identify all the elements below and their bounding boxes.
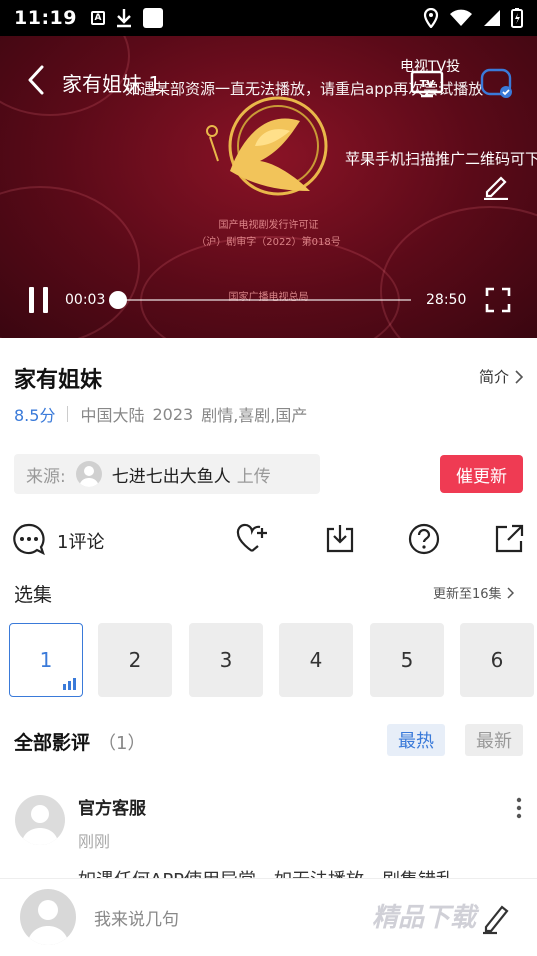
download-icon[interactable] (323, 522, 357, 556)
sort-new-button[interactable]: 最新 (465, 724, 523, 756)
genres: 剧情,喜剧,国产 (201, 406, 308, 425)
episodes-label: 选集 (14, 584, 53, 606)
intro-link[interactable]: 简介 (479, 366, 524, 387)
uploader-avatar (75, 461, 102, 487)
meta-divider (67, 406, 69, 422)
episode-button[interactable]: 3 (189, 623, 263, 697)
status-bar: 11:19 A (0, 0, 537, 36)
favorite-add-icon[interactable] (235, 522, 269, 556)
progress-thumb[interactable] (108, 291, 127, 309)
episode-number: 3 (219, 648, 233, 672)
cast-tv-icon[interactable]: TV (410, 68, 444, 98)
progress-bar[interactable] (108, 291, 411, 309)
review-avatar[interactable] (15, 795, 65, 845)
upload-suffix: 上传 (236, 466, 271, 487)
episode-number: 6 (490, 648, 504, 672)
pen-icon[interactable] (480, 901, 514, 935)
fullscreen-icon[interactable] (484, 286, 512, 314)
reviews-count: （1） (98, 733, 146, 754)
comment-input[interactable]: 我来说几句 (94, 905, 179, 930)
cast-screen-icon[interactable] (478, 66, 514, 100)
episode-number: 1 (39, 648, 53, 672)
comment-count[interactable]: 1评论 (57, 528, 104, 554)
show-meta: 8.5分 中国大陆 2023 剧情,喜剧,国产 (14, 402, 315, 426)
chevron-right-icon (507, 586, 514, 599)
episode-button[interactable]: 4 (279, 623, 353, 697)
background-cloud (140, 236, 400, 338)
comment-input-bar: 我来说几句 精品下载 (0, 878, 537, 956)
wifi-icon (450, 9, 472, 26)
urge-update-button[interactable]: 催更新 (440, 455, 523, 493)
episode-button[interactable]: 1 (9, 623, 83, 697)
help-icon[interactable] (407, 522, 441, 556)
comment-icon[interactable] (12, 522, 46, 556)
back-icon[interactable] (22, 64, 52, 96)
chevron-right-icon (515, 369, 524, 384)
video-player[interactable]: 国产电视剧发行许可证 （沪）剧审字（2022）第018号 国家广播电视总局 家有… (0, 36, 537, 338)
episode-button[interactable]: 5 (370, 623, 444, 697)
uploader-name: 七进七出大鱼人 (111, 466, 231, 487)
pause-icon[interactable] (24, 284, 54, 316)
episodes-update-link[interactable]: 更新至16集 (433, 583, 514, 602)
share-icon[interactable] (492, 522, 526, 556)
a-notification-icon: A (90, 11, 105, 25)
location-icon (423, 8, 439, 28)
episode-number: 5 (400, 648, 414, 672)
background-cloud (0, 186, 140, 338)
danmaku-edit-icon[interactable] (482, 172, 510, 200)
signal-icon (484, 10, 500, 26)
sort-hot-button[interactable]: 最热 (387, 724, 445, 756)
intro-label: 简介 (479, 368, 510, 386)
current-time: 00:03 (65, 292, 106, 308)
license-line: 国产电视剧发行许可证 (218, 220, 319, 231)
battery-icon (511, 8, 523, 28)
svg-text:TV: TV (420, 79, 435, 90)
show-title: 家有姐妹 (14, 368, 103, 393)
site-watermark: 精品下载 (372, 903, 477, 933)
source-box[interactable]: 来源: 七进七出大鱼人 上传 (14, 454, 320, 494)
more-vertical-icon[interactable] (512, 796, 526, 820)
year: 2023 (152, 404, 194, 424)
episode-button[interactable]: 2 (98, 623, 172, 697)
rating: 8.5分 (14, 406, 56, 425)
review-user[interactable]: 官方客服 (78, 794, 146, 819)
region: 中国大陆 (80, 406, 145, 425)
playing-bars-icon (63, 678, 76, 690)
episode-button[interactable]: 6 (460, 623, 534, 697)
my-avatar (20, 889, 76, 945)
source-label: 来源: (26, 466, 66, 487)
episode-number: 2 (128, 648, 142, 672)
episode-number: 4 (309, 648, 323, 672)
status-time: 11:19 (14, 7, 77, 29)
reviews-title-text: 全部影评 (14, 732, 91, 754)
reviews-title: 全部影评 （1） (14, 728, 145, 755)
review-time: 刚刚 (78, 832, 111, 851)
app-square-icon (142, 8, 163, 28)
license-line: （沪）剧审字（2022）第018号 (196, 237, 341, 248)
download-icon (116, 9, 131, 28)
marquee-promo: 苹果手机扫描推广二维码可下 (345, 150, 537, 168)
total-time: 28:50 (426, 292, 467, 308)
broadcast-logo (206, 96, 328, 196)
episodes-update-text: 更新至16集 (433, 587, 502, 602)
